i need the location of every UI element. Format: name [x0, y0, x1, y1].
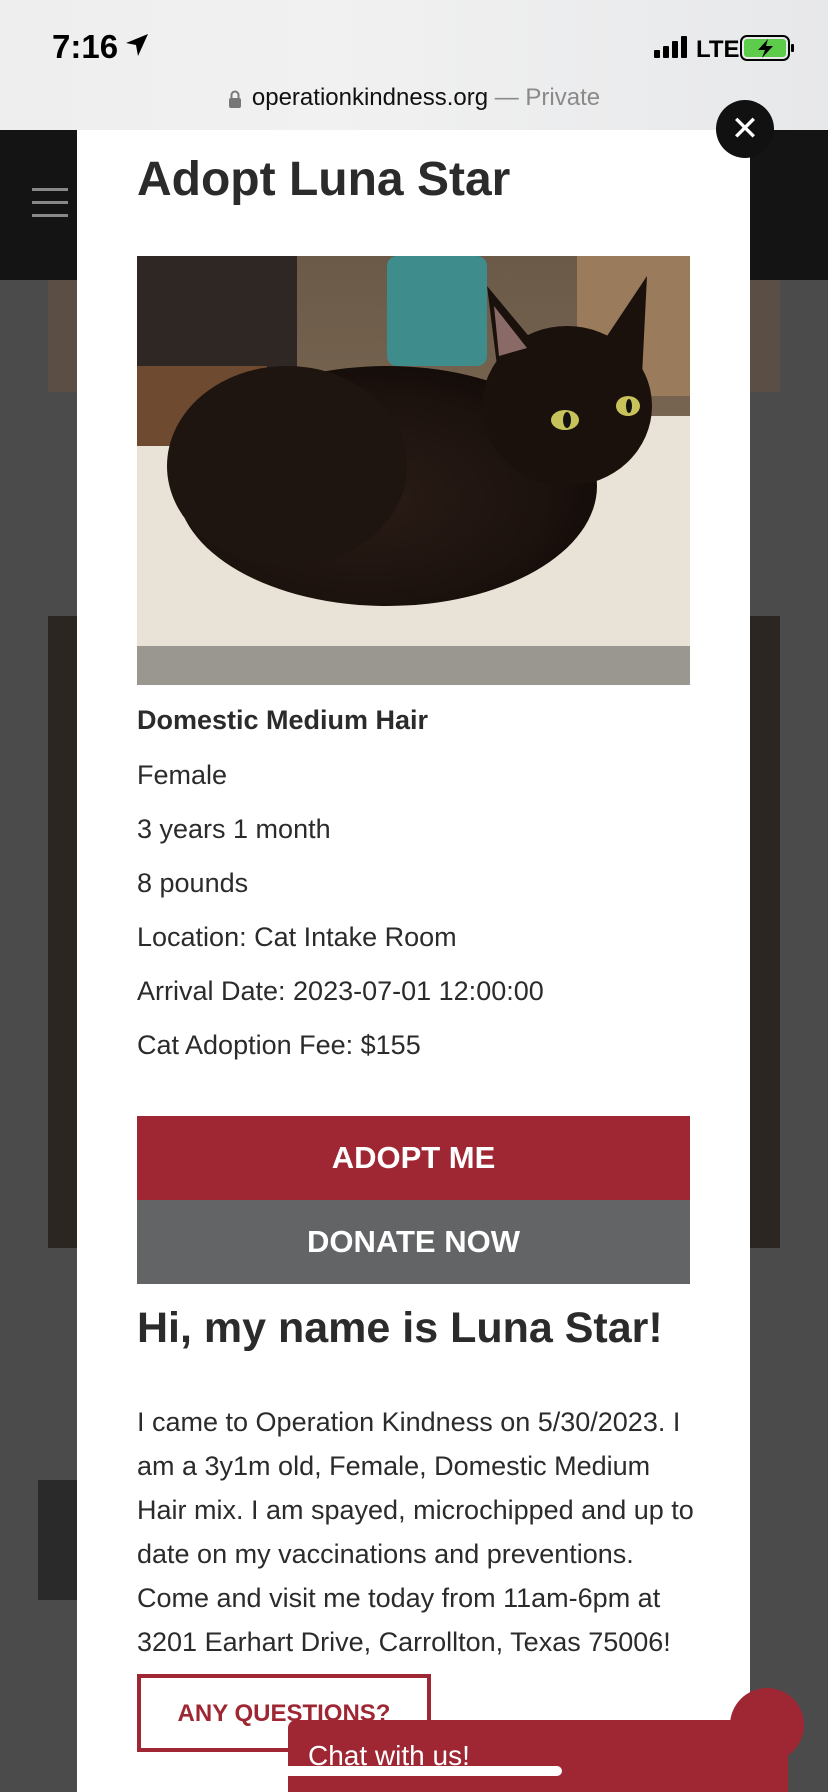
- home-indicator[interactable]: [266, 1766, 562, 1776]
- close-button[interactable]: ✕: [716, 100, 774, 158]
- bio-text: I came to Operation Kindness on 5/30/202…: [137, 1407, 694, 1657]
- cat-photo: [137, 256, 690, 685]
- network-type: LTE: [696, 36, 740, 63]
- address-bar[interactable]: operationkindness.org — Private: [0, 84, 828, 112]
- url-domain: operationkindness.org: [251, 84, 489, 111]
- status-bar: 7:16 LTE operationkindness.org — Private: [0, 0, 828, 130]
- adopt-me-button[interactable]: ADOPT ME: [137, 1116, 690, 1200]
- donate-now-button[interactable]: DONATE NOW: [137, 1200, 690, 1284]
- adoption-fee-detail: Cat Adoption Fee: $155: [137, 1030, 421, 1060]
- greeting-heading: Hi, my name is Luna Star!: [137, 1304, 663, 1352]
- menu-icon[interactable]: [32, 188, 68, 227]
- cellular-signal-icon: [654, 36, 687, 58]
- arrival-date-detail: Arrival Date: 2023-07-01 12:00:00: [137, 976, 544, 1006]
- weight-detail: 8 pounds: [137, 868, 249, 898]
- age-detail: 3 years 1 month: [137, 814, 331, 844]
- battery-charging-icon: [740, 35, 794, 61]
- location-arrow-icon: [126, 34, 148, 56]
- modal-title: Adopt Luna Star: [137, 153, 511, 206]
- lock-icon: [228, 90, 241, 108]
- breed-label: Domestic Medium Hair: [137, 705, 429, 735]
- private-label: — Private: [494, 84, 601, 111]
- location-detail: Location: Cat Intake Room: [137, 922, 457, 952]
- sex-detail: Female: [137, 760, 228, 790]
- chat-with-us-button[interactable]: Chat with us!: [288, 1720, 788, 1792]
- status-time: 7:16: [52, 28, 119, 65]
